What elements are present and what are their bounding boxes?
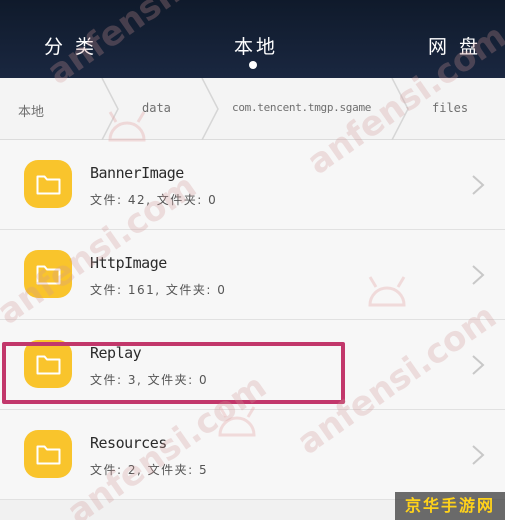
folder-info: 文件: 42, 文件夹: 0 [90,193,218,207]
active-tab-indicator [249,61,257,69]
folder-info: 文件: 161, 文件夹: 0 [90,283,227,297]
list-item[interactable]: HttpImage 文件: 161, 文件夹: 0 [0,230,505,320]
folder-info: 文件: 3, 文件夹: 0 [90,373,209,387]
list-item[interactable]: BannerImage 文件: 42, 文件夹: 0 [0,140,505,230]
chevron-right-icon [470,444,486,466]
folder-info: 文件: 2, 文件夹: 5 [90,463,209,477]
list-item[interactable]: Resources 文件: 2, 文件夹: 5 [0,410,505,500]
file-manager-screen: 分 类 本地 网 盘 本地 data com.tencent.tmgp.sgam… [0,0,505,520]
chevron-right-icon [470,354,486,376]
folder-icon [24,250,72,298]
breadcrumb-item-data[interactable]: data [142,101,171,115]
breadcrumb-item-files[interactable]: files [432,101,468,115]
tab-local[interactable]: 本地 [234,32,278,62]
folder-name: BannerImage [90,164,184,182]
top-tab-bar: 分 类 本地 网 盘 [0,0,505,78]
breadcrumb-item-local[interactable]: 本地 [18,101,44,120]
folder-name: Resources [90,434,167,452]
folder-name: HttpImage [90,254,167,272]
site-badge: 京华手游网 [395,492,505,520]
breadcrumb: 本地 data com.tencent.tmgp.sgame files [0,78,505,140]
folder-icon [24,160,72,208]
breadcrumb-separator-icon [98,78,122,140]
list-item[interactable]: Replay 文件: 3, 文件夹: 0 [0,320,505,410]
chevron-right-icon [470,264,486,286]
folder-name: Replay [90,344,142,362]
breadcrumb-separator-icon [198,78,222,140]
folder-icon [24,430,72,478]
breadcrumb-item-package[interactable]: com.tencent.tmgp.sgame [232,101,371,114]
breadcrumb-separator-icon [388,78,412,140]
tab-category[interactable]: 分 类 [44,32,97,62]
tab-cloud-drive[interactable]: 网 盘 [428,32,481,62]
chevron-right-icon [470,174,486,196]
folder-icon [24,340,72,388]
